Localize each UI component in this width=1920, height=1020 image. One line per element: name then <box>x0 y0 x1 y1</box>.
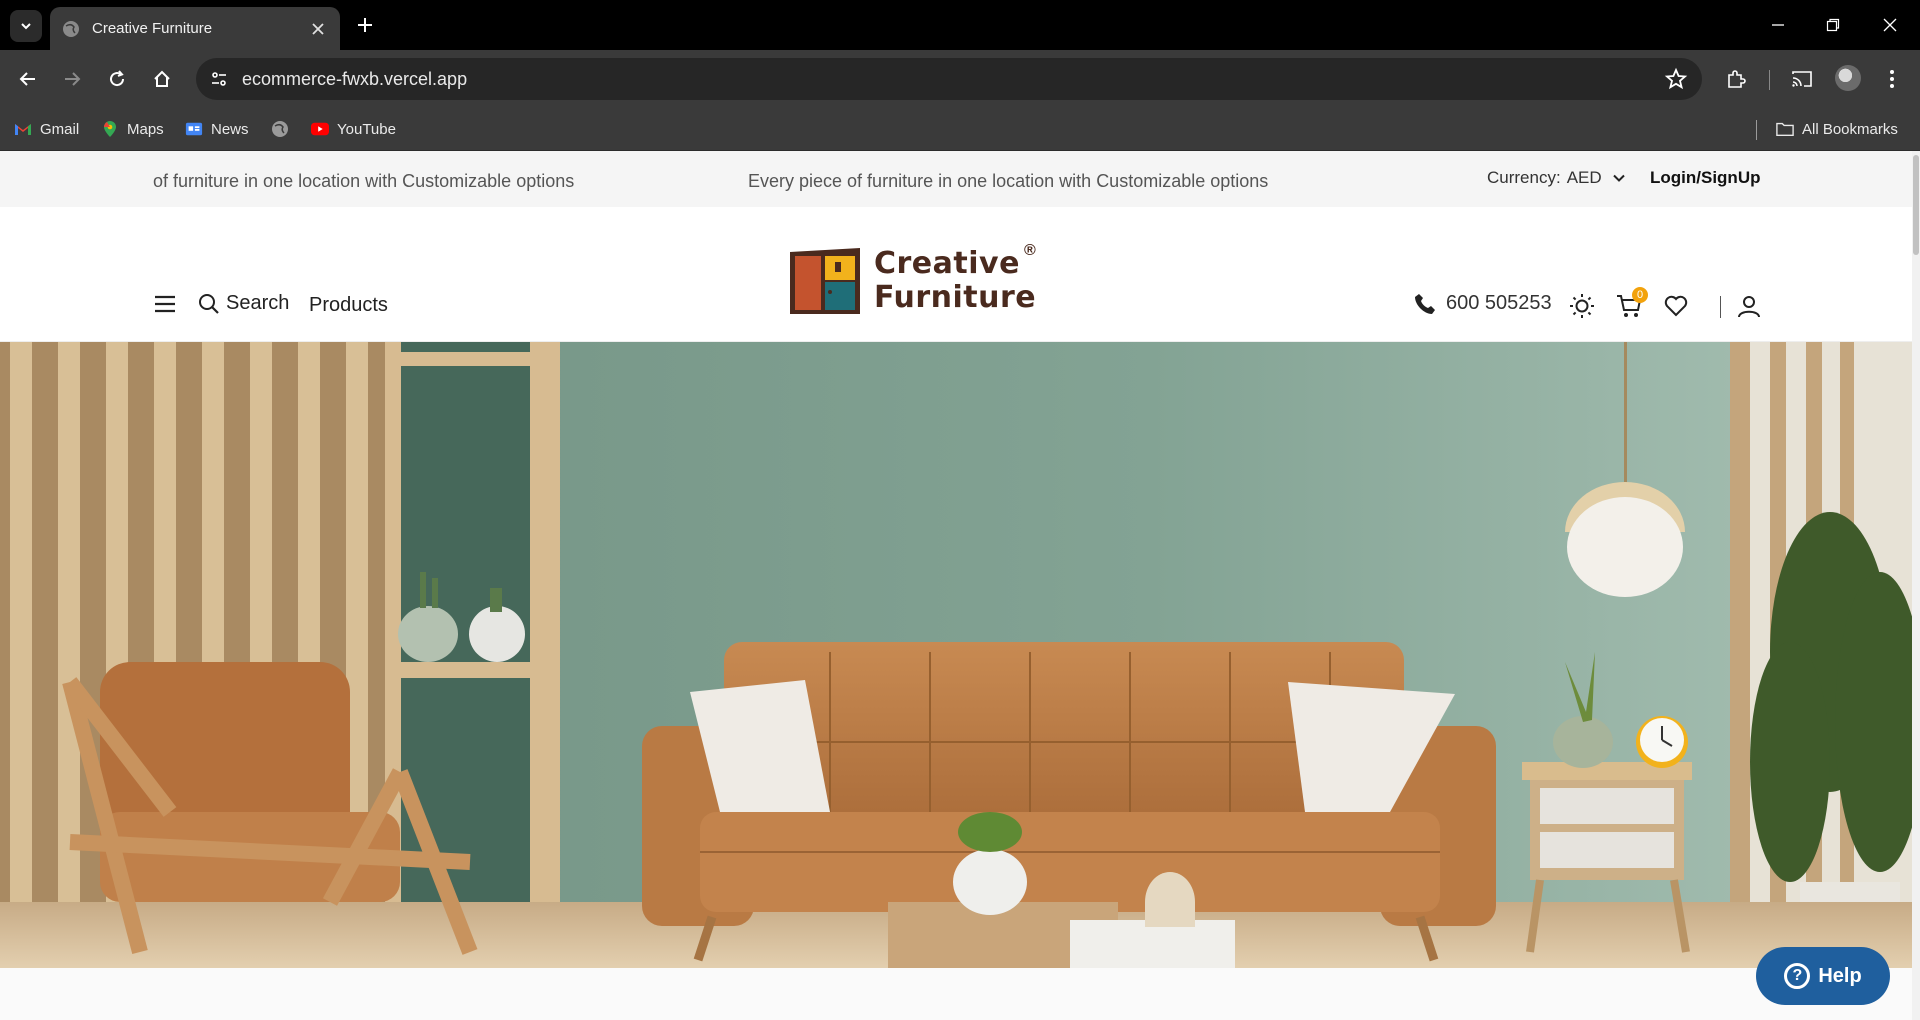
phone-contact[interactable]: 600 505253 <box>1414 292 1552 315</box>
site-header: Search Products Creative Furniture ® 600… <box>0 207 1920 342</box>
browser-toolbar: ecommerce-fwxb.vercel.app <box>0 50 1920 108</box>
bookmark-youtube[interactable]: YouTube <box>311 118 396 140</box>
search-icon <box>199 293 219 314</box>
chevron-down-icon <box>21 23 31 30</box>
plus-icon <box>358 18 372 32</box>
login-signup-link[interactable]: Login/SignUp <box>1650 168 1760 188</box>
sun-icon <box>1570 294 1594 318</box>
currency-selector[interactable]: Currency: AED <box>1487 168 1626 188</box>
bookmark-globe[interactable] <box>271 118 297 140</box>
profile-avatar[interactable] <box>1835 65 1861 91</box>
page-scrollbar-thumb[interactable] <box>1913 155 1919 255</box>
bookmark-news[interactable]: News <box>185 118 249 140</box>
cart-count-badge: 0 <box>1632 287 1648 303</box>
arrow-right-icon <box>65 72 81 86</box>
youtube-icon <box>311 120 329 138</box>
page-content-area <box>0 968 1920 1020</box>
close-icon[interactable] <box>308 19 328 39</box>
new-tab-button[interactable] <box>352 12 378 38</box>
minimize-icon <box>1772 24 1784 26</box>
folder-icon <box>1776 120 1794 138</box>
user-icon <box>1738 296 1760 318</box>
currency-label: Currency: <box>1487 168 1561 187</box>
bookmark-label: Maps <box>127 120 164 138</box>
announcement-text: of furniture in one location with Custom… <box>153 171 575 191</box>
home-icon <box>154 70 170 87</box>
bookmark-label: YouTube <box>337 120 396 138</box>
hero-banner <box>0 342 1920 968</box>
hero-image-living-room <box>0 342 1920 968</box>
maps-pin-icon <box>101 120 119 138</box>
bookmark-star-icon[interactable] <box>1664 67 1688 91</box>
bookmark-gmail[interactable]: Gmail <box>14 118 79 140</box>
heart-icon <box>1664 295 1688 317</box>
home-button[interactable] <box>146 63 178 95</box>
url-text: ecommerce-fwxb.vercel.app <box>242 69 468 89</box>
logo-text-line1: Creative <box>874 246 1020 281</box>
back-button[interactable] <box>12 63 44 95</box>
address-bar[interactable]: ecommerce-fwxb.vercel.app <box>196 58 1702 100</box>
products-link[interactable]: Products <box>309 294 388 317</box>
extensions-button[interactable] <box>1720 63 1752 95</box>
wishlist-button[interactable] <box>1662 292 1690 320</box>
bookmarks-bar: Gmail Maps News YouTube All Bookmarks <box>0 108 1920 151</box>
news-icon <box>185 120 203 138</box>
page-scrollbar-track[interactable] <box>1912 151 1920 1020</box>
toolbar-divider <box>1769 70 1770 90</box>
help-button[interactable]: ? Help <box>1756 947 1890 1005</box>
browser-menu-button[interactable] <box>1876 63 1908 95</box>
question-icon: ? <box>1784 963 1811 989</box>
header-divider <box>1720 296 1721 318</box>
tab-search-button[interactable] <box>10 10 42 42</box>
cast-button[interactable] <box>1786 63 1818 95</box>
restore-icon <box>1826 18 1840 32</box>
close-window-button[interactable] <box>1872 10 1908 40</box>
logo-registered-mark: ® <box>1024 242 1036 259</box>
logo-text-line2: Furniture <box>874 280 1037 315</box>
browser-tabbar: Creative Furniture <box>0 0 1920 50</box>
help-label: Help <box>1818 964 1862 987</box>
restore-button[interactable] <box>1815 10 1851 40</box>
account-button[interactable] <box>1735 292 1763 320</box>
site-info-icon[interactable] <box>208 68 230 90</box>
logo-mark <box>790 248 860 314</box>
chevron-down-icon <box>1612 174 1625 182</box>
minimize-button[interactable] <box>1760 10 1796 40</box>
forward-button[interactable] <box>56 63 88 95</box>
more-vertical-icon <box>1890 70 1894 88</box>
puzzle-icon <box>1728 70 1746 88</box>
site-logo[interactable]: Creative Furniture ® <box>786 242 1046 322</box>
phone-icon <box>1415 293 1435 314</box>
all-bookmarks-button[interactable]: All Bookmarks <box>1776 118 1898 140</box>
reload-icon <box>110 70 125 87</box>
search-label: Search <box>226 292 290 314</box>
bookmark-label: Gmail <box>40 120 80 138</box>
web-page: of furniture in one location with Custom… <box>0 151 1920 1020</box>
bookmark-maps[interactable]: Maps <box>101 118 164 140</box>
reload-button[interactable] <box>101 63 133 95</box>
cast-icon <box>1792 71 1812 87</box>
announcement-bar: of furniture in one location with Custom… <box>0 151 1920 207</box>
currency-value: AED <box>1566 168 1602 187</box>
globe-icon <box>271 120 289 138</box>
browser-tab[interactable]: Creative Furniture <box>50 7 340 50</box>
close-icon <box>1883 18 1897 32</box>
bookmark-label: News <box>211 120 249 138</box>
announcement-text: Every piece of furniture in one location… <box>748 171 1269 191</box>
theme-toggle-button[interactable] <box>1568 292 1596 320</box>
search-link[interactable]: Search <box>198 292 289 315</box>
hamburger-menu-icon[interactable] <box>154 295 176 313</box>
phone-number: 600 505253 <box>1446 292 1552 314</box>
bookmarks-divider <box>1756 120 1757 140</box>
globe-icon <box>63 20 79 37</box>
arrow-left-icon <box>19 72 35 86</box>
all-bookmarks-label: All Bookmarks <box>1802 120 1898 138</box>
tab-title: Creative Furniture <box>92 20 213 37</box>
gmail-icon <box>14 120 32 138</box>
